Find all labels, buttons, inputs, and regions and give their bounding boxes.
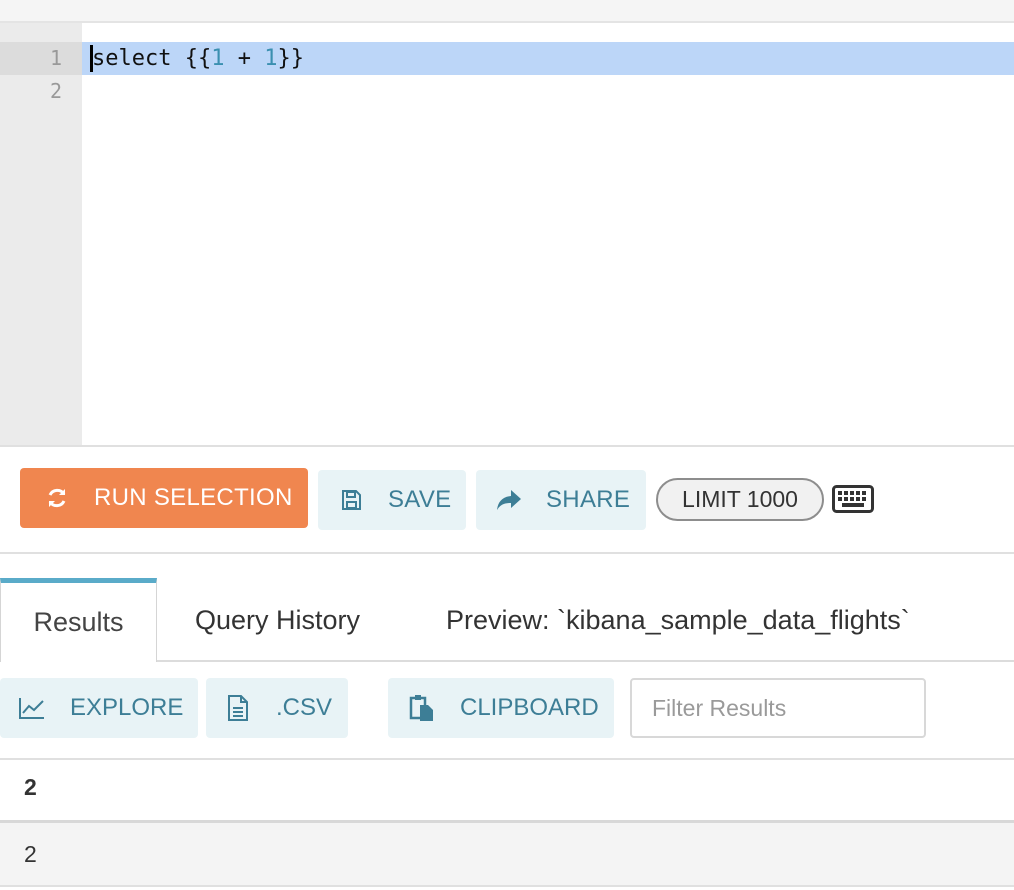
keyboard-icon[interactable] bbox=[832, 485, 874, 513]
line-chart-icon bbox=[18, 694, 46, 722]
line-number: 1 bbox=[49, 46, 62, 70]
explore-button[interactable]: EXPLORE bbox=[0, 678, 198, 738]
share-button[interactable]: SHARE bbox=[476, 470, 646, 530]
save-button[interactable]: SAVE bbox=[318, 470, 466, 530]
table-column-header[interactable]: 2 bbox=[24, 774, 37, 801]
filter-results-input[interactable] bbox=[630, 678, 926, 738]
code-number: 1 bbox=[264, 46, 278, 71]
csv-label: .CSV bbox=[276, 694, 333, 721]
code-keyword: select bbox=[92, 46, 172, 71]
table-top-border bbox=[0, 758, 1014, 760]
line-number: 2 bbox=[49, 79, 62, 103]
file-icon bbox=[224, 694, 252, 722]
code-brace: }} bbox=[277, 46, 304, 71]
code-line[interactable]: select {{1 + 1}} bbox=[92, 42, 304, 75]
code-number: 1 bbox=[211, 46, 225, 71]
share-arrow-icon bbox=[496, 487, 522, 513]
run-selection-label: RUN SELECTION bbox=[94, 484, 293, 511]
tab-results-label: Results bbox=[33, 607, 124, 637]
tab-results[interactable]: Results bbox=[0, 578, 157, 662]
clipboard-icon bbox=[408, 694, 436, 722]
table-cell: 2 bbox=[24, 841, 37, 867]
share-label: SHARE bbox=[546, 486, 631, 513]
toolbar-divider bbox=[0, 552, 1014, 554]
run-selection-button[interactable]: RUN SELECTION bbox=[20, 468, 308, 528]
csv-download-button[interactable]: .CSV bbox=[206, 678, 348, 738]
limit-toggle[interactable]: LIMIT 1000 bbox=[656, 478, 824, 521]
code-brace: {{ bbox=[171, 46, 212, 71]
explore-label: EXPLORE bbox=[70, 694, 184, 721]
tab-preview-label: Preview: `kibana_sample_data_flights` bbox=[446, 604, 910, 635]
text-cursor bbox=[90, 45, 93, 72]
tab-query-history[interactable]: Query History bbox=[195, 578, 360, 662]
tab-query-history-label: Query History bbox=[195, 604, 361, 635]
limit-label: LIMIT 1000 bbox=[682, 486, 798, 512]
code-operator: + bbox=[224, 46, 265, 71]
clipboard-button[interactable]: CLIPBOARD bbox=[388, 678, 614, 738]
tab-preview[interactable]: Preview: `kibana_sample_data_flights` bbox=[446, 578, 910, 662]
clipboard-label: CLIPBOARD bbox=[460, 694, 599, 721]
top-bar bbox=[0, 0, 1014, 23]
refresh-icon bbox=[44, 485, 70, 511]
save-label: SAVE bbox=[388, 486, 452, 513]
floppy-disk-icon bbox=[338, 487, 364, 513]
table-row: 2 bbox=[0, 823, 1014, 887]
editor-divider bbox=[0, 445, 1014, 447]
sql-editor[interactable]: 1 2 select {{1 + 1}} bbox=[0, 23, 1014, 446]
